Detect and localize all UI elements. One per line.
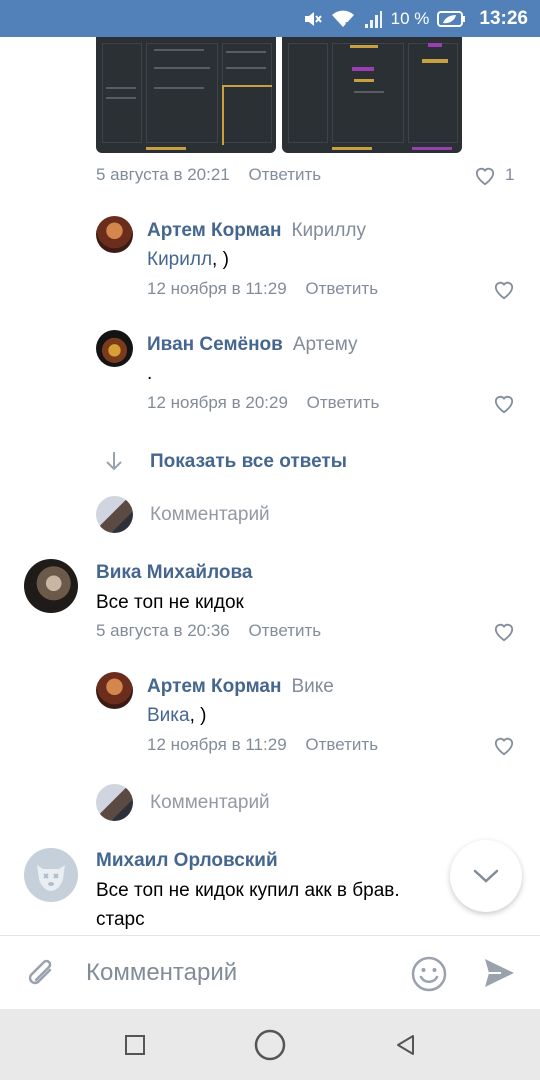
avatar[interactable] — [24, 559, 78, 613]
comment-body: старс — [96, 909, 145, 930]
reply-to: Кириллу — [291, 220, 366, 241]
scroll-down-button[interactable] — [450, 840, 522, 912]
comment-time: 12 ноября в 20:29 — [147, 393, 288, 412]
reply-comment-field[interactable]: Комментарий — [150, 792, 270, 814]
attach-icon[interactable] — [26, 956, 58, 992]
reply-button[interactable]: Ответить — [248, 165, 321, 184]
recents-icon[interactable] — [124, 1034, 146, 1056]
author-name[interactable]: Михаил Орловский — [96, 850, 278, 872]
comment-input-bar: Комментарий — [0, 935, 540, 1009]
reply-to: Артему — [292, 334, 358, 355]
like-icon[interactable] — [474, 166, 496, 186]
mention-link[interactable]: Кирилл — [147, 249, 212, 270]
comment-body: Все топ не кидок купил акк в брав. — [96, 880, 400, 901]
attached-image[interactable] — [96, 37, 276, 153]
status-icons: E 10 % 13:26 — [303, 0, 528, 37]
like-icon[interactable] — [493, 736, 515, 756]
chevron-down-icon — [473, 869, 499, 883]
avatar[interactable] — [96, 216, 133, 253]
reply-to: Вике — [291, 676, 334, 697]
comments-feed[interactable]: 5 августа в 20:21 Ответить 1 Артем Корма… — [0, 37, 540, 935]
comment-meta: 12 ноября в 20:29 Ответить — [147, 393, 379, 413]
reply-comment-field[interactable]: Комментарий — [150, 504, 270, 526]
author-name[interactable]: Артем Корман — [147, 220, 281, 241]
system-nav-bar — [0, 1009, 540, 1080]
comment-body: Все топ не кидок — [96, 592, 244, 613]
comment-time: 5 августа в 20:36 — [96, 621, 230, 640]
author-name[interactable]: Вика Михайлова — [96, 562, 253, 584]
comment-time: 12 ноября в 11:29 — [147, 735, 287, 754]
back-icon[interactable] — [394, 1033, 416, 1057]
show-all-replies-button[interactable]: Показать все ответы — [150, 451, 347, 473]
battery-percent: 10 % — [390, 8, 430, 28]
comment-meta: 5 августа в 20:36 Ответить — [96, 621, 321, 641]
comment-author[interactable]: Артем Корман Вике — [147, 676, 334, 698]
send-icon[interactable] — [482, 956, 516, 990]
author-name[interactable]: Артем Корман — [147, 676, 281, 697]
svg-text:E: E — [345, 21, 349, 28]
like-count: 1 — [505, 165, 515, 184]
wifi-icon: E — [331, 10, 354, 28]
reply-button[interactable]: Ответить — [305, 279, 378, 298]
like-icon[interactable] — [493, 280, 515, 300]
author-name[interactable]: Иван Семёнов — [147, 334, 283, 355]
like-icon[interactable] — [493, 394, 515, 414]
comment-author[interactable]: Артем Корман Кириллу — [147, 220, 366, 242]
comment-body: , ) — [212, 249, 229, 270]
avatar[interactable] — [96, 672, 133, 709]
comment-body: . — [147, 363, 153, 384]
comment-meta: 12 ноября в 11:29 Ответить — [147, 735, 378, 755]
comment-text: Вика, ) — [147, 705, 206, 727]
arrow-down-icon — [106, 452, 122, 471]
mention-link[interactable]: Вика — [147, 705, 190, 726]
avatar[interactable] — [96, 330, 133, 367]
comment-input[interactable]: Комментарий — [86, 959, 237, 987]
signal-icon — [364, 10, 382, 28]
emoji-icon[interactable] — [410, 955, 448, 993]
home-icon[interactable] — [252, 1027, 288, 1063]
like-icon[interactable] — [493, 622, 515, 642]
avatar — [96, 496, 133, 533]
comment-body: , ) — [189, 705, 207, 726]
avatar — [96, 784, 133, 821]
comment-time: 12 ноября в 11:29 — [147, 279, 287, 298]
battery-saver-icon — [437, 10, 466, 27]
comment-text: Кирилл, ) — [147, 249, 229, 271]
comment-author[interactable]: Иван Семёнов Артему — [147, 334, 358, 356]
status-bar: E 10 % 13:26 — [0, 0, 540, 37]
comment-time: 5 августа в 20:21 — [96, 165, 230, 184]
comment-meta: 12 ноября в 11:29 Ответить — [147, 279, 378, 299]
reply-button[interactable]: Ответить — [307, 393, 380, 412]
attached-image[interactable] — [282, 37, 462, 153]
default-dog-avatar-icon — [37, 865, 65, 891]
comment-meta: 5 августа в 20:21 Ответить — [96, 165, 321, 185]
avatar[interactable] — [24, 848, 78, 902]
reply-button[interactable]: Ответить — [248, 621, 321, 640]
mute-icon — [304, 11, 322, 26]
reply-button[interactable]: Ответить — [305, 735, 378, 754]
clock: 13:26 — [479, 7, 528, 29]
